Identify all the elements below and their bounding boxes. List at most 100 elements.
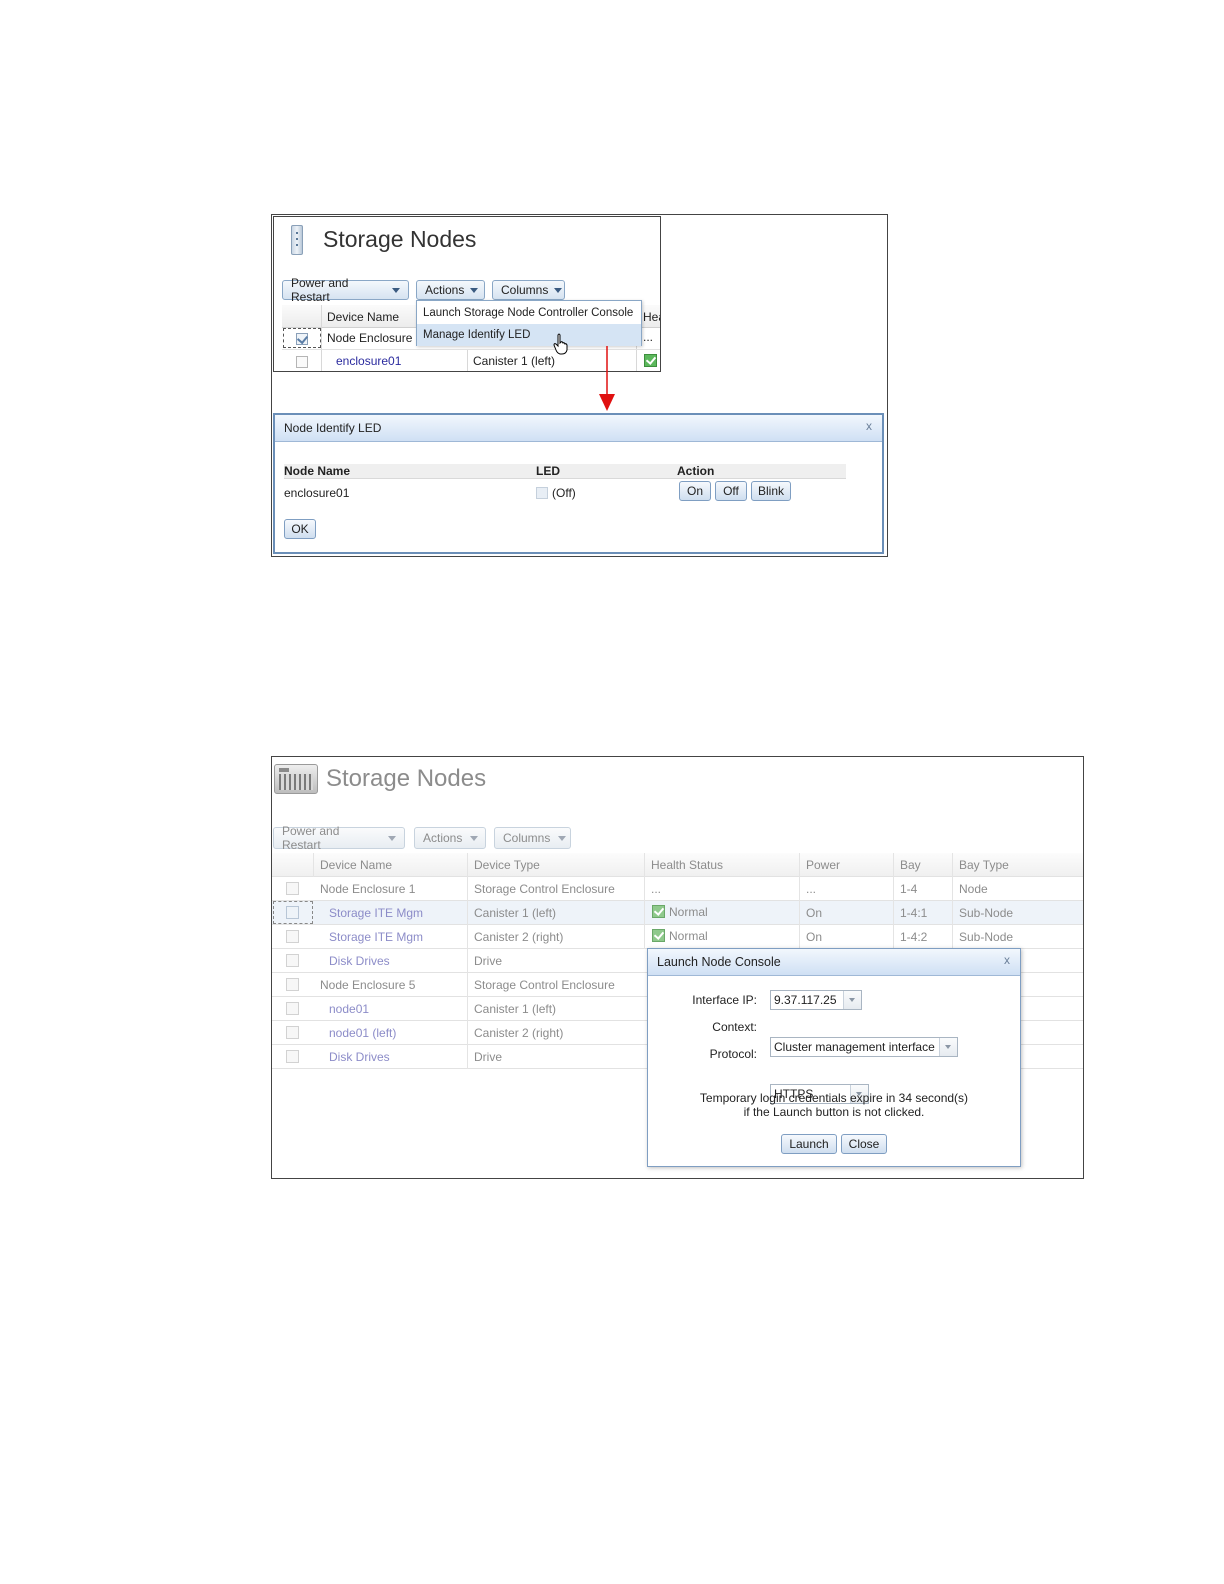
bay-cell: 1-4:2 bbox=[900, 930, 928, 944]
chevron-down-icon bbox=[554, 287, 563, 293]
power-restart-button[interactable]: Power and Restart bbox=[273, 824, 405, 852]
chevron-down-icon bbox=[470, 835, 479, 841]
column-header-device-type[interactable]: Device Type bbox=[474, 858, 540, 872]
arrow-icon bbox=[599, 346, 615, 411]
chevron-down-icon bbox=[388, 835, 396, 841]
columns-label: Columns bbox=[501, 283, 549, 297]
row-checkbox[interactable] bbox=[286, 954, 299, 967]
node-name-cell: enclosure01 bbox=[284, 486, 350, 500]
ok-button[interactable]: OK bbox=[284, 519, 316, 539]
device-type-cell: Drive bbox=[474, 954, 503, 968]
health-ok-icon bbox=[644, 354, 660, 368]
actions-label: Actions bbox=[425, 283, 465, 297]
page-title: Storage Nodes bbox=[323, 226, 477, 252]
table-row[interactable]: Storage ITE Mgm Canister 1 (left) Normal… bbox=[272, 901, 1083, 925]
table-row[interactable]: Storage ITE Mgm Canister 2 (right) Norma… bbox=[272, 925, 1083, 949]
device-name-link[interactable]: Disk Drives bbox=[329, 1050, 390, 1064]
storage-enclosure-icon bbox=[274, 764, 318, 794]
health-ok-icon bbox=[652, 905, 665, 918]
device-name-link[interactable]: node01 (left) bbox=[329, 1026, 396, 1040]
column-header-bay[interactable]: Bay bbox=[900, 858, 921, 872]
device-name-link[interactable]: node01 bbox=[329, 1002, 369, 1016]
column-header-bay-type[interactable]: Bay Type bbox=[959, 858, 1009, 872]
device-type-cell: Drive bbox=[474, 1050, 503, 1064]
health-cell: Normal bbox=[652, 905, 708, 919]
menu-item-launch-console[interactable]: Launch Storage Node Controller Console bbox=[417, 302, 641, 324]
column-header-health[interactable]: Hea bbox=[643, 310, 660, 324]
context-select[interactable]: Cluster management interface bbox=[770, 1037, 958, 1057]
device-type-cell: Canister 1 (left) bbox=[473, 354, 556, 368]
chevron-down-icon bbox=[470, 287, 479, 293]
device-name-cell: Node Enclosure 1 bbox=[320, 882, 416, 896]
close-icon[interactable]: x bbox=[866, 419, 872, 433]
device-name-link[interactable]: Storage ITE Mgm bbox=[329, 930, 423, 944]
column-header-device-name[interactable]: Device Name bbox=[320, 858, 392, 872]
column-header-health-status[interactable]: Health Status bbox=[651, 858, 723, 872]
actions-menu: Launch Storage Node Controller Console M… bbox=[416, 300, 642, 346]
row-checkbox[interactable] bbox=[286, 1050, 299, 1063]
protocol-label: Protocol: bbox=[709, 1047, 757, 1061]
grid-header: Device Name Device Type Health Status Po… bbox=[272, 853, 1083, 877]
row-checkbox[interactable] bbox=[286, 978, 299, 991]
power-cell: On bbox=[806, 930, 823, 944]
led-blink-button[interactable]: Blink bbox=[751, 481, 791, 501]
chevron-down-icon bbox=[558, 835, 567, 841]
device-name-link[interactable]: Storage ITE Mgm bbox=[329, 906, 423, 920]
led-off-button[interactable]: Off bbox=[715, 481, 747, 501]
dialog-header: Node Identify LED x bbox=[275, 415, 882, 442]
actions-label: Actions bbox=[423, 831, 463, 845]
close-icon[interactable]: x bbox=[1004, 953, 1010, 967]
device-type-cell: Canister 1 (left) bbox=[474, 906, 557, 920]
row-checkbox[interactable] bbox=[286, 1026, 299, 1039]
context-value: Cluster management interface bbox=[774, 1040, 935, 1054]
column-header-power[interactable]: Power bbox=[806, 858, 840, 872]
device-type-cell: Storage Control Enclosure bbox=[474, 978, 615, 992]
row-checkbox[interactable] bbox=[286, 882, 299, 895]
device-type-cell: Canister 2 (right) bbox=[474, 1026, 564, 1040]
storage-node-icon bbox=[291, 225, 303, 255]
health-ok-icon bbox=[652, 929, 665, 942]
table-row[interactable]: Node Enclosure 1 Storage Control Enclosu… bbox=[272, 877, 1083, 901]
health-cell: ... bbox=[651, 882, 662, 896]
health-cell: ... bbox=[643, 330, 654, 344]
launch-button[interactable]: Launch bbox=[781, 1134, 837, 1154]
page-title: Storage Nodes bbox=[326, 765, 487, 792]
interface-ip-select[interactable]: 9.37.117.25 bbox=[770, 990, 862, 1010]
column-header-led: LED bbox=[536, 464, 560, 478]
interface-ip-value: 9.37.117.25 bbox=[774, 993, 837, 1007]
device-name-link[interactable]: Disk Drives bbox=[329, 954, 390, 968]
led-indicator-icon bbox=[536, 487, 548, 499]
hand-cursor-icon bbox=[553, 333, 568, 355]
columns-button[interactable]: Columns bbox=[494, 827, 571, 849]
device-type-cell: Storage Control Enclosure bbox=[474, 882, 615, 896]
power-cell: ... bbox=[806, 882, 817, 896]
bay-cell: 1-4:1 bbox=[900, 906, 928, 920]
device-type-cell: Canister 2 (right) bbox=[474, 930, 564, 944]
led-table-header bbox=[284, 464, 846, 479]
device-name-cell: Node Enclosure bbox=[327, 331, 413, 345]
dialog-title: Node Identify LED bbox=[284, 421, 382, 435]
actions-button[interactable]: Actions bbox=[416, 280, 485, 300]
row-checkbox[interactable] bbox=[286, 906, 299, 919]
row-checkbox[interactable] bbox=[296, 356, 308, 368]
close-button[interactable]: Close bbox=[841, 1134, 887, 1154]
node-identify-led-dialog: Node Identify LED x Node Name LED Action… bbox=[273, 413, 884, 554]
columns-button[interactable]: Columns bbox=[492, 280, 565, 300]
power-restart-button[interactable]: Power and Restart bbox=[282, 276, 409, 304]
row-checkbox[interactable] bbox=[286, 930, 299, 943]
row-checkbox[interactable] bbox=[286, 1002, 299, 1015]
led-on-button[interactable]: On bbox=[679, 481, 711, 501]
menu-item-manage-identify-led[interactable]: Manage Identify LED bbox=[417, 324, 641, 346]
led-state: (Off) bbox=[552, 486, 576, 500]
device-name-link[interactable]: enclosure01 bbox=[336, 354, 401, 368]
context-label: Context: bbox=[712, 1020, 757, 1034]
columns-label: Columns bbox=[503, 831, 551, 845]
dialog-title: Launch Node Console bbox=[657, 955, 781, 969]
row-checkbox[interactable] bbox=[296, 333, 308, 345]
chevron-down-icon bbox=[939, 1038, 957, 1056]
column-header-action: Action bbox=[677, 464, 715, 478]
actions-button[interactable]: Actions bbox=[414, 827, 486, 849]
device-type-cell: Canister 1 (left) bbox=[474, 1002, 557, 1016]
column-header-device-name[interactable]: Device Name bbox=[327, 310, 399, 324]
bay-cell: 1-4 bbox=[900, 882, 918, 896]
